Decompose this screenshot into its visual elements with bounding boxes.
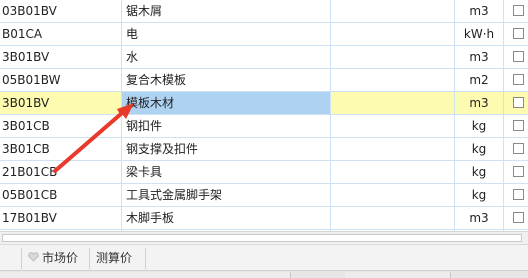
tab-market-price[interactable]: 市场价 <box>22 248 90 269</box>
code-cell[interactable]: 3B01CB <box>0 115 121 137</box>
unit-cell[interactable]: kg <box>455 161 503 183</box>
checkbox-cell <box>504 115 528 137</box>
name-cell[interactable]: 水 <box>122 46 330 68</box>
empty-cell[interactable] <box>331 46 454 68</box>
unit-cell[interactable]: kg <box>455 115 503 137</box>
checkbox-cell <box>504 46 528 68</box>
heart-icon <box>28 248 39 269</box>
code-cell[interactable]: 3B01CB <box>0 138 121 160</box>
scrollbar-thumb[interactable] <box>2 234 522 242</box>
row-checkbox[interactable] <box>513 97 524 108</box>
unit-cell[interactable]: m3 <box>455 46 503 68</box>
column-divider <box>454 0 455 231</box>
code-cell[interactable]: 03B01BV <box>0 0 121 22</box>
name-cell[interactable]: 锯木屑 <box>122 0 330 22</box>
row-checkbox[interactable] <box>513 51 524 62</box>
table-row[interactable]: 05B01CB 工具式金属脚手架 kg <box>0 184 528 207</box>
row-checkbox[interactable] <box>513 143 524 154</box>
row-checkbox[interactable] <box>513 166 524 177</box>
horizontal-scrollbar[interactable] <box>0 231 528 244</box>
unit-cell[interactable]: m2 <box>455 69 503 91</box>
name-cell[interactable]: 木脚手板 <box>122 207 330 229</box>
name-cell[interactable]: 钢扣件 <box>122 115 330 137</box>
empty-cell[interactable] <box>331 184 454 206</box>
code-cell[interactable]: 3B01BV <box>0 92 121 114</box>
strip-segment <box>230 272 291 278</box>
empty-cell[interactable] <box>331 207 454 229</box>
row-checkbox[interactable] <box>513 212 524 223</box>
checkbox-cell <box>504 184 528 206</box>
unit-cell[interactable]: m3 <box>455 92 503 114</box>
table-row[interactable]: 05B01BW 复合木模板 m2 <box>0 69 528 92</box>
bottom-tab-bar: 市场价 测算价 <box>0 244 528 270</box>
strip-segment <box>345 272 451 278</box>
row-checkbox[interactable] <box>513 28 524 39</box>
table-row[interactable]: 3B01CB 钢支撑及扣件 kg <box>0 138 528 161</box>
unit-cell[interactable]: m3 <box>455 0 503 22</box>
strip-segment <box>70 272 151 278</box>
name-cell[interactable]: 复合木模板 <box>122 69 330 91</box>
row-checkbox[interactable] <box>513 189 524 200</box>
unit-cell[interactable]: kW·h <box>455 23 503 45</box>
table-row[interactable]: 3B01BV 模板木材 m3 <box>0 92 528 115</box>
column-divider <box>121 0 122 231</box>
checkbox-cell <box>504 161 528 183</box>
strip-segment <box>150 272 231 278</box>
table-row[interactable]: 03B01BV 锯木屑 m3 <box>0 0 528 23</box>
name-cell[interactable]: 电 <box>122 23 330 45</box>
row-checkbox[interactable] <box>513 120 524 131</box>
row-checkbox[interactable] <box>513 5 524 16</box>
table-row[interactable]: 17B01BV 木脚手板 m3 <box>0 207 528 230</box>
code-cell[interactable]: 05B01CB <box>0 184 121 206</box>
code-cell[interactable]: 3B01BV <box>0 46 121 68</box>
empty-cell[interactable] <box>331 69 454 91</box>
material-grid: 17B01BV 木脚手板 m3 05B01CB 工具式金属脚手架 kg 21B01CB 梁卡具… <box>0 0 528 231</box>
row-checkbox[interactable] <box>513 74 524 85</box>
checkbox-cell <box>504 207 528 229</box>
column-divider <box>330 0 331 231</box>
tab-label: 市场价 <box>42 251 79 265</box>
code-cell[interactable]: 05B01BW <box>0 69 121 91</box>
checkbox-cell <box>504 69 528 91</box>
tab-partial[interactable] <box>0 248 22 269</box>
bottom-panel-strip <box>0 270 528 278</box>
table-row[interactable]: 21B01CB 梁卡具 kg <box>0 161 528 184</box>
tab-estimate-price[interactable]: 测算价 <box>90 248 146 269</box>
empty-cell[interactable] <box>331 161 454 183</box>
table-row[interactable]: 3B01CB 钢扣件 kg <box>0 115 528 138</box>
checkbox-cell <box>504 23 528 45</box>
name-cell[interactable]: 模板木材 <box>122 92 330 114</box>
checkbox-cell <box>504 138 528 160</box>
strip-segment <box>0 272 71 278</box>
unit-cell[interactable]: m3 <box>455 207 503 229</box>
code-cell[interactable]: B01CA <box>0 23 121 45</box>
name-cell[interactable]: 工具式金属脚手架 <box>122 184 330 206</box>
empty-cell[interactable] <box>331 115 454 137</box>
unit-cell[interactable]: kg <box>455 138 503 160</box>
tab-label: 测算价 <box>96 251 133 265</box>
checkbox-cell <box>504 0 528 22</box>
name-cell[interactable]: 钢支撑及扣件 <box>122 138 330 160</box>
unit-cell[interactable]: kg <box>455 184 503 206</box>
table-row[interactable]: B01CA 电 kW·h <box>0 23 528 46</box>
checkbox-cell <box>504 92 528 114</box>
name-cell[interactable]: 梁卡具 <box>122 161 330 183</box>
code-cell[interactable]: 17B01BV <box>0 207 121 229</box>
table-row[interactable]: 3B01BV 水 m3 <box>0 46 528 69</box>
empty-cell[interactable] <box>331 92 454 114</box>
empty-cell[interactable] <box>331 23 454 45</box>
code-cell[interactable]: 21B01CB <box>0 161 121 183</box>
column-divider <box>503 0 504 231</box>
empty-cell[interactable] <box>331 138 454 160</box>
empty-cell[interactable] <box>331 0 454 22</box>
